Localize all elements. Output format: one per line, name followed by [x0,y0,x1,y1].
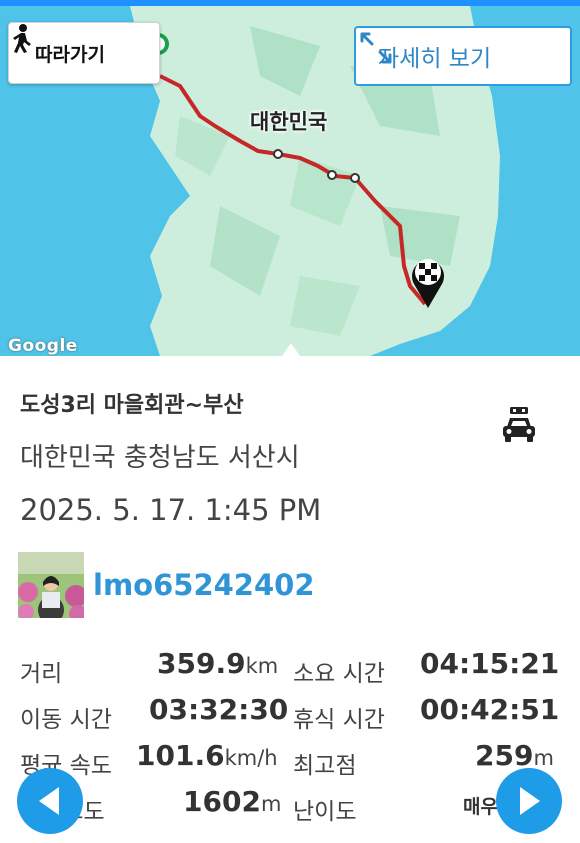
difficulty-label: 난이도 [293,799,357,825]
view-detail-button[interactable]: 자세히 보기 [354,26,572,86]
hiker-icon [13,24,31,53]
previous-button[interactable] [17,768,83,834]
waypoint-marker [350,173,360,183]
route-map[interactable]: 따라가기 자세히 보기 대한민국 Google [0,6,580,356]
difficulty-value: 매우 [463,796,498,818]
max-altitude-value: 259 [475,739,534,772]
car-icon [503,407,535,442]
max-altitude-unit: m [533,746,554,770]
max-altitude-label: 최고점 [293,753,357,779]
route-title: 도성3리 마을회관~부산 [20,393,244,418]
total-ascent-value: 1602 [183,785,261,818]
avg-speed-unit: km/h [224,746,278,770]
duration-value: 04:15:21 [420,647,560,680]
total-ascent-unit: m [260,792,282,816]
arrow-right-icon [520,787,540,815]
rest-time-label: 휴식 시간 [293,707,385,733]
google-logo: Google [8,336,78,356]
route-datetime: 2025. 5. 17. 1:45 PM [20,493,322,527]
follow-button[interactable]: 따라가기 [8,22,160,84]
avatar-photo [18,552,84,618]
moving-time-label: 이동 시간 [20,707,112,733]
moving-time-value: 03:32:30 [149,693,289,726]
avg-speed-value: 101.6 [136,739,225,772]
rest-time-value: 00:42:51 [420,693,560,726]
waypoint-marker [273,149,283,159]
username-link[interactable]: lmo65242402 [93,568,315,602]
distance-value: 359.9 [157,647,246,680]
next-button[interactable] [496,768,562,834]
expand-icon [360,32,392,64]
follow-label: 따라가기 [35,43,105,66]
waypoint-marker [327,170,337,180]
distance-label: 거리 [20,661,63,687]
duration-label: 소요 시간 [293,661,385,687]
panel-pointer [282,343,300,356]
route-location: 대한민국 충청남도 서산시 [20,443,300,473]
map-country-label: 대한민국 [250,110,328,134]
user-avatar[interactable] [18,552,84,618]
arrow-left-icon [39,787,59,815]
distance-unit: km [245,654,279,678]
